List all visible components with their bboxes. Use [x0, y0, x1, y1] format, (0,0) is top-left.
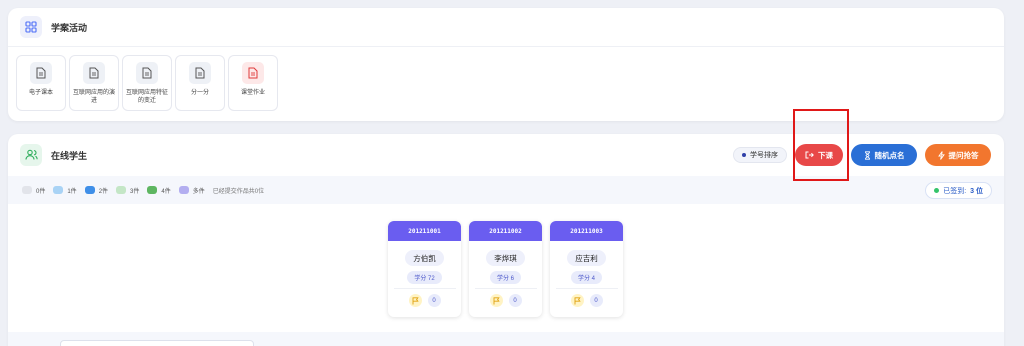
card-footer: 0 — [408, 294, 441, 307]
student-name: 方伯凯 — [405, 250, 444, 266]
card-divider — [393, 288, 456, 289]
legend-item: 2件 — [84, 186, 109, 195]
hourglass-icon — [864, 150, 870, 160]
sort-label: 学号排序 — [750, 152, 778, 159]
legend-label: 多件 — [192, 188, 205, 195]
flag-icon[interactable] — [489, 294, 503, 307]
bottom-section-outline — [60, 340, 254, 346]
card-footer: 0 — [570, 294, 603, 307]
document-icon — [189, 62, 211, 84]
students-actions: 学号排序 下课 随机点名 提问抢答 — [733, 144, 991, 166]
document-red-icon — [242, 62, 264, 84]
legend-label: 3件 — [130, 188, 140, 195]
tile-label: 课堂作业 — [240, 90, 265, 96]
students-panel: 在线学生 学号排序 下课 随机点名 提问抢答 0件 1件 2件 3件 4件 多件… — [8, 134, 1004, 346]
legend-label: 0件 — [36, 188, 46, 195]
signed-count: 3 位 — [970, 187, 983, 195]
legend-swatch — [178, 186, 189, 194]
bottom-strip — [8, 332, 1004, 346]
quick-answer-label: 提问抢答 — [948, 150, 979, 160]
student-id: 201211002 — [469, 221, 542, 241]
tile-label: 电子课本 — [28, 90, 53, 96]
sort-by-id-button[interactable]: 学号排序 — [733, 147, 787, 163]
dot-icon — [742, 153, 746, 157]
grid-icon — [20, 16, 42, 38]
tile-classify[interactable]: 分一分 — [175, 55, 225, 111]
document-icon — [83, 62, 105, 84]
submission-count: 0 — [508, 294, 522, 307]
quick-answer-button[interactable]: 提问抢答 — [925, 144, 991, 166]
student-card[interactable]: 201211003 应吉利 学分 4 0 — [550, 221, 623, 317]
signed-label: 已签到: — [943, 187, 967, 195]
legend-item: 4件 — [147, 186, 171, 195]
activity-header: 学案活动 — [8, 8, 1004, 46]
student-score: 学分 6 — [489, 271, 521, 284]
random-call-button[interactable]: 随机点名 — [851, 144, 917, 166]
tile-electronic-textbook[interactable]: 电子课本 — [16, 55, 66, 111]
submission-count: 0 — [427, 294, 441, 307]
legend-label: 2件 — [98, 188, 109, 195]
student-cards: 201211001 方伯凯 学分 72 0 201211002 李烨琪 学分 6… — [388, 221, 623, 317]
student-name: 应吉利 — [567, 250, 606, 266]
activity-panel: 学案活动 电子课本 互联网应用的演进 互联网应用特征的变迁 分一分 课堂作业 — [8, 8, 1004, 121]
tile-internet-app-evolution[interactable]: 互联网应用的演进 — [69, 55, 119, 111]
tile-label: 互联网应用的演进 — [73, 90, 116, 104]
random-call-label: 随机点名 — [874, 150, 905, 160]
student-score: 学分 4 — [570, 271, 602, 284]
legend-swatch — [84, 186, 95, 194]
legend-label: 1件 — [67, 188, 77, 195]
student-score: 学分 72 — [407, 271, 442, 284]
lightning-icon — [937, 150, 945, 160]
tile-label: 分一分 — [190, 90, 209, 96]
signed-in-badge: 已签到: 3 位 — [925, 182, 992, 199]
student-name: 李烨琪 — [486, 250, 525, 266]
tile-class-homework[interactable]: 课堂作业 — [228, 55, 278, 111]
flag-icon[interactable] — [408, 294, 422, 307]
online-dot-icon — [934, 188, 940, 193]
legend-swatch — [22, 186, 32, 194]
users-icon — [20, 144, 42, 166]
document-icon — [136, 62, 158, 84]
flag-icon[interactable] — [570, 294, 584, 307]
end-class-button[interactable]: 下课 — [795, 144, 843, 166]
legend-swatch — [147, 186, 158, 194]
student-card[interactable]: 201211001 方伯凯 学分 72 0 — [388, 221, 461, 317]
activity-tiles: 电子课本 互联网应用的演进 互联网应用特征的变迁 分一分 课堂作业 — [8, 47, 1004, 111]
legend-label: 4件 — [161, 188, 171, 195]
legend-item: 多件 — [178, 186, 205, 195]
card-footer: 0 — [489, 294, 522, 307]
legend-swatch — [116, 186, 127, 194]
activity-title: 学案活动 — [51, 22, 88, 33]
tile-internet-app-features[interactable]: 互联网应用特征的变迁 — [122, 55, 172, 111]
student-id: 201211003 — [550, 221, 623, 241]
legend-item: 0件 — [22, 186, 45, 195]
card-divider — [474, 288, 537, 289]
card-divider — [555, 288, 618, 289]
submission-note: 已经提交作品共0位 — [212, 188, 265, 195]
end-class-label: 下课 — [818, 150, 833, 160]
legend-item: 3件 — [116, 186, 139, 195]
student-id: 201211001 — [388, 221, 461, 241]
student-card[interactable]: 201211002 李烨琪 学分 6 0 — [469, 221, 542, 317]
legend-swatch — [53, 186, 64, 194]
submission-count: 0 — [589, 294, 603, 307]
legend-item: 1件 — [53, 186, 77, 195]
logout-icon — [805, 151, 814, 159]
students-title: 在线学生 — [51, 150, 88, 161]
document-icon — [30, 62, 52, 84]
submission-legend: 0件 1件 2件 3件 4件 多件 已经提交作品共0位 已签到: 3 位 — [8, 176, 1004, 204]
tile-label: 互联网应用特征的变迁 — [126, 90, 169, 104]
